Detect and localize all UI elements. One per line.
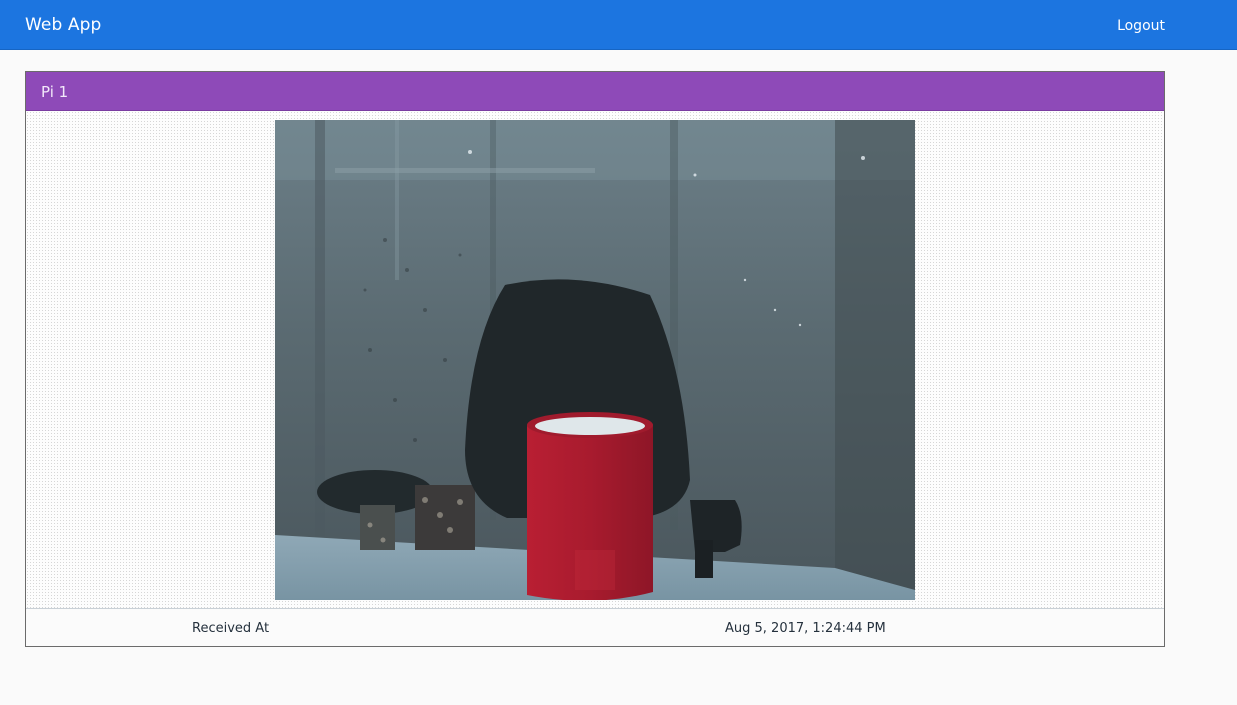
app-brand[interactable]: Web App <box>25 14 101 36</box>
received-at-label: Received At <box>192 621 270 636</box>
camera-snapshot-drawing <box>275 120 915 600</box>
device-panel: Pi 1 Received At Aug 5, 2017, 1:24:44 PM <box>25 71 1165 647</box>
logout-link[interactable]: Logout <box>1117 17 1165 35</box>
panel-header: Pi 1 <box>26 72 1164 111</box>
top-navbar: Web App Logout <box>0 0 1237 50</box>
panel-body <box>26 111 1164 608</box>
panel-footer: Received At Aug 5, 2017, 1:24:44 PM <box>26 608 1164 646</box>
panel-title: Pi 1 <box>41 83 69 101</box>
camera-snapshot-image <box>275 120 915 600</box>
received-at-timestamp: Aug 5, 2017, 1:24:44 PM <box>725 621 886 636</box>
